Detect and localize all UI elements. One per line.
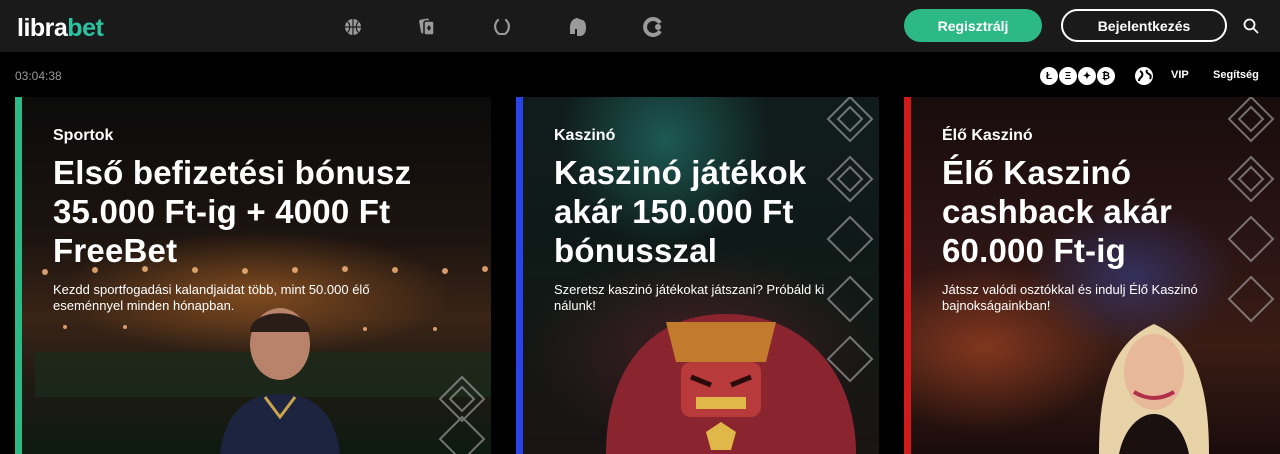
ethereum-icon: Ξ (1059, 67, 1077, 85)
card-headline: Kaszinó játékok akár 150.000 Ft bónussza… (554, 153, 824, 270)
promo-card-live-casino[interactable]: Élő Kaszinó Élő Kaszinó cashback akár 60… (904, 97, 1280, 454)
headline-line: FreeBet (53, 232, 178, 269)
description-line: Játssz valódi osztókkal és indulj Élő Ka… (942, 282, 1198, 297)
crypto-currencies: Ł Ξ ✦ ₿ (1040, 67, 1115, 85)
librabet-logo[interactable]: librabet (17, 14, 104, 42)
register-button[interactable]: Regisztrálj (904, 9, 1042, 42)
headline-line: Kaszinó játékok (554, 154, 807, 191)
card-headline: Élő Kaszinó cashback akár 60.000 Ft-ig (942, 153, 1198, 270)
logo-text-libra: libra (17, 14, 68, 42)
top-navigation-bar: librabet Regisztrálj Bejelentkezés (0, 0, 1280, 52)
basketball-icon[interactable] (342, 16, 364, 38)
description-line: eseménnyel minden hónapban. (53, 298, 235, 313)
clock-time: 03:04:38 (15, 69, 62, 83)
headline-line: 60.000 Ft-ig (942, 232, 1126, 269)
logo-text-bet: bet (67, 14, 104, 42)
help-link[interactable]: Segítség (1213, 69, 1259, 81)
headline-line: bónusszal (554, 232, 718, 269)
promo-card-sports[interactable]: Sportok Első befizetési bónusz 35.000 Ft… (15, 97, 491, 454)
live-dealer-image (1099, 324, 1209, 454)
card-category: Kaszinó (554, 127, 616, 144)
card-description: Játssz valódi osztókkal és indulj Élő Ka… (942, 282, 1198, 314)
decorative-pattern (438, 375, 486, 454)
description-line: Szeretsz kaszinó játékokat játszani? Pró… (554, 282, 825, 297)
card-category: Élő Kaszinó (942, 127, 1033, 144)
ripple-icon: ✦ (1078, 67, 1096, 85)
language-globe-icon[interactable] (1134, 66, 1154, 86)
headline-line: Élő Kaszinó (942, 154, 1132, 191)
card-category: Sportok (53, 127, 114, 144)
tennis-player-image (220, 308, 340, 454)
promo-card-casino[interactable]: Kaszinó Kaszinó játékok akár 150.000 Ft … (516, 97, 879, 454)
card-accent-bar (15, 97, 22, 454)
litecoin-icon: Ł (1040, 67, 1058, 85)
laurel-icon[interactable] (491, 16, 513, 38)
vip-link[interactable]: VIP (1171, 69, 1189, 81)
card-accent-bar (904, 97, 911, 454)
card-headline: Első befizetési bónusz 35.000 Ft-ig + 40… (53, 153, 411, 270)
headline-line: cashback akár (942, 193, 1173, 230)
card-description: Szeretsz kaszinó játékokat játszani? Pró… (554, 282, 824, 314)
search-icon[interactable] (1243, 18, 1259, 34)
description-line: nálunk! (554, 298, 596, 313)
login-button[interactable]: Bejelentkezés (1061, 9, 1227, 42)
decorative-pattern (1227, 97, 1275, 323)
headline-line: Első befizetési bónusz (53, 154, 412, 191)
decorative-pattern (826, 97, 874, 383)
chips-icon[interactable] (642, 16, 664, 38)
bitcoin-icon: ₿ (1097, 67, 1115, 85)
headline-line: 35.000 Ft-ig + 4000 Ft (53, 193, 391, 230)
card-accent-bar (516, 97, 523, 454)
card-description: Kezdd sportfogadási kalandjaidat több, m… (53, 282, 411, 314)
spartan-helmet-icon[interactable] (567, 16, 589, 38)
description-line: Kezdd sportfogadási kalandjaidat több, m… (53, 282, 370, 297)
headline-line: akár 150.000 Ft (554, 193, 794, 230)
cards-icon[interactable] (416, 16, 438, 38)
description-line: bajnokságainkban! (942, 298, 1051, 313)
